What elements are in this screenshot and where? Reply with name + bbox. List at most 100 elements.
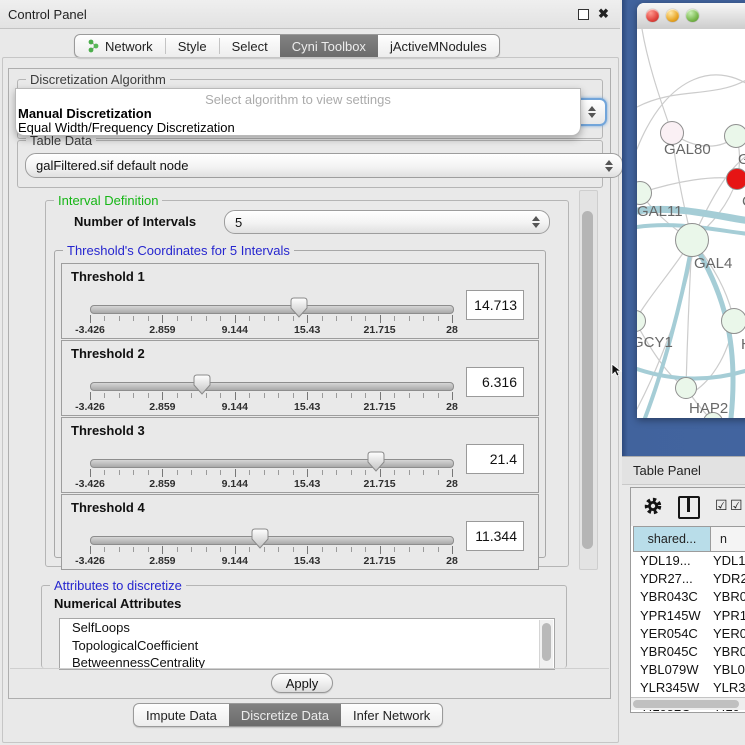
minor-tick xyxy=(438,547,439,552)
cell-name: YBR0 xyxy=(713,644,745,659)
dropdown-option-manual[interactable]: Manual Discretization xyxy=(18,106,152,121)
minor-tick xyxy=(409,470,410,475)
network-edge[interactable] xyxy=(637,73,745,107)
tick-label: 2.859 xyxy=(130,555,194,567)
zoom-traffic-light-icon[interactable] xyxy=(686,9,699,22)
table-row[interactable]: YDR27...YDR2 xyxy=(631,570,745,588)
table-data-combo[interactable]: galFiltered.sif default node xyxy=(25,153,623,178)
numerical-attributes-list[interactable]: SelfLoopsTopologicalCoefficientBetweenne… xyxy=(59,618,555,670)
combo-arrows-icon xyxy=(532,216,540,228)
apply-button[interactable]: Apply xyxy=(271,673,333,693)
minimize-traffic-light-icon[interactable] xyxy=(666,9,679,22)
network-window[interactable]: GAL80GACGAL11GAL4GCY1HHAP2 xyxy=(637,3,745,418)
table-panel-header: Table Panel xyxy=(622,456,745,485)
threshold-label: Threshold 1 xyxy=(71,269,145,284)
node-right-mid[interactable] xyxy=(721,308,745,334)
float-window-icon[interactable] xyxy=(578,9,589,20)
minor-tick xyxy=(249,393,250,398)
tab-style[interactable]: Style xyxy=(166,35,219,57)
list-scrollbar[interactable] xyxy=(539,620,553,668)
scrollbar-thumb[interactable] xyxy=(582,211,593,549)
minor-tick xyxy=(206,547,207,552)
node-gal4[interactable] xyxy=(675,223,709,257)
gear-icon[interactable] xyxy=(644,497,662,515)
network-canvas[interactable]: GAL80GACGAL11GAL4GCY1HHAP2 xyxy=(637,29,745,418)
table-row[interactable]: YBL079WYBL0 xyxy=(631,661,745,679)
network-edge[interactable] xyxy=(642,29,672,133)
tab-network[interactable]: Network xyxy=(75,35,165,57)
tick-label: 9.144 xyxy=(203,478,267,490)
tab-cyni-toolbox[interactable]: Cyni Toolbox xyxy=(280,35,378,57)
tab-jactivemnodules[interactable]: jActiveMNodules xyxy=(378,35,499,57)
tab-infer-network[interactable]: Infer Network xyxy=(341,704,442,726)
table-row[interactable]: YBR043CYBR0 xyxy=(631,588,745,606)
slider-thumb[interactable] xyxy=(290,297,308,318)
tab-discretize-data[interactable]: Discretize Data xyxy=(229,704,341,726)
minor-tick xyxy=(293,393,294,398)
tick-label: -3.426 xyxy=(58,401,122,413)
minor-tick xyxy=(119,316,120,321)
node-label-gal4: GAL4 xyxy=(694,255,732,272)
minor-tick xyxy=(336,470,337,475)
threshold-value-field[interactable]: 21.4 xyxy=(466,444,524,474)
tab-select[interactable]: Select xyxy=(220,35,280,57)
table-row[interactable]: YER054CYER0 xyxy=(631,625,745,643)
column-header-name[interactable]: n xyxy=(710,526,745,552)
slider-thumb[interactable] xyxy=(193,374,211,395)
major-tick xyxy=(235,392,236,400)
threshold-value-field[interactable]: 14.713 xyxy=(466,290,524,320)
minor-tick xyxy=(119,393,120,398)
slider-thumb[interactable] xyxy=(367,451,385,472)
minor-tick xyxy=(438,316,439,321)
tick-label: 2.859 xyxy=(130,478,194,490)
mouse-cursor xyxy=(611,363,623,378)
slider-track[interactable] xyxy=(90,305,454,314)
slider-thumb[interactable] xyxy=(251,528,269,549)
major-tick xyxy=(90,469,91,477)
major-tick xyxy=(162,315,163,323)
column-header-shared-name[interactable]: shared... xyxy=(633,526,711,552)
node-hap2[interactable] xyxy=(675,377,697,399)
node-label-gcy1: GCY1 xyxy=(637,334,673,351)
slider-track[interactable] xyxy=(90,536,454,545)
split-view-icon[interactable] xyxy=(678,496,700,519)
checkbox-icon[interactable]: ☑ xyxy=(730,499,743,511)
cell-shared-name: YBR045C xyxy=(640,644,698,659)
tick-label: 15.43 xyxy=(275,478,339,490)
attribute-list-item[interactable]: TopologicalCoefficient xyxy=(60,637,554,655)
dropdown-option-equal-width[interactable]: Equal Width/Frequency Discretization xyxy=(18,120,235,135)
settings-scrollbar[interactable] xyxy=(579,190,598,570)
checkbox-icon[interactable]: ☑ xyxy=(715,499,728,511)
tick-label: 2.859 xyxy=(130,324,194,336)
threshold-value-field[interactable]: 11.344 xyxy=(466,521,524,551)
cell-name: YDR2 xyxy=(713,571,745,586)
minor-tick xyxy=(220,470,221,475)
network-window-titlebar[interactable] xyxy=(637,3,745,30)
table-row[interactable]: YBR045C YBR0 xyxy=(631,643,745,661)
panel-title: Control Panel xyxy=(8,7,87,22)
slider-track[interactable] xyxy=(90,382,454,391)
tick-label: 28 xyxy=(420,555,484,567)
slider-track[interactable] xyxy=(90,459,454,468)
table-rows: YDL19...YDL1YDR27...YDR2YBR043CYBR0YPR14… xyxy=(631,552,745,713)
cell-name: YPR1 xyxy=(713,608,745,623)
close-traffic-light-icon[interactable] xyxy=(646,9,659,22)
num-intervals-combo[interactable]: 5 xyxy=(224,210,550,234)
node-right-top[interactable] xyxy=(724,124,745,148)
threshold-value-field[interactable]: 6.316 xyxy=(466,367,524,397)
table-row[interactable]: YPR145WYPR1 xyxy=(631,607,745,625)
table-row[interactable]: YLR345WYLR3 xyxy=(631,679,745,697)
network-edge-thick[interactable] xyxy=(637,367,745,379)
node-red[interactable] xyxy=(726,168,745,190)
table-horizontal-scrollbar[interactable] xyxy=(631,697,745,710)
table-row[interactable]: YDL19...YDL1 xyxy=(631,552,745,570)
tick-label: 9.144 xyxy=(203,401,267,413)
network-icon xyxy=(87,39,100,53)
attribute-list-item[interactable]: SelfLoops xyxy=(60,619,554,637)
minor-tick xyxy=(365,316,366,321)
major-tick xyxy=(307,469,308,477)
minor-tick xyxy=(133,547,134,552)
tab-impute-data[interactable]: Impute Data xyxy=(134,704,229,726)
close-icon[interactable]: ✖ xyxy=(598,6,609,22)
network-edge[interactable] xyxy=(640,178,737,193)
